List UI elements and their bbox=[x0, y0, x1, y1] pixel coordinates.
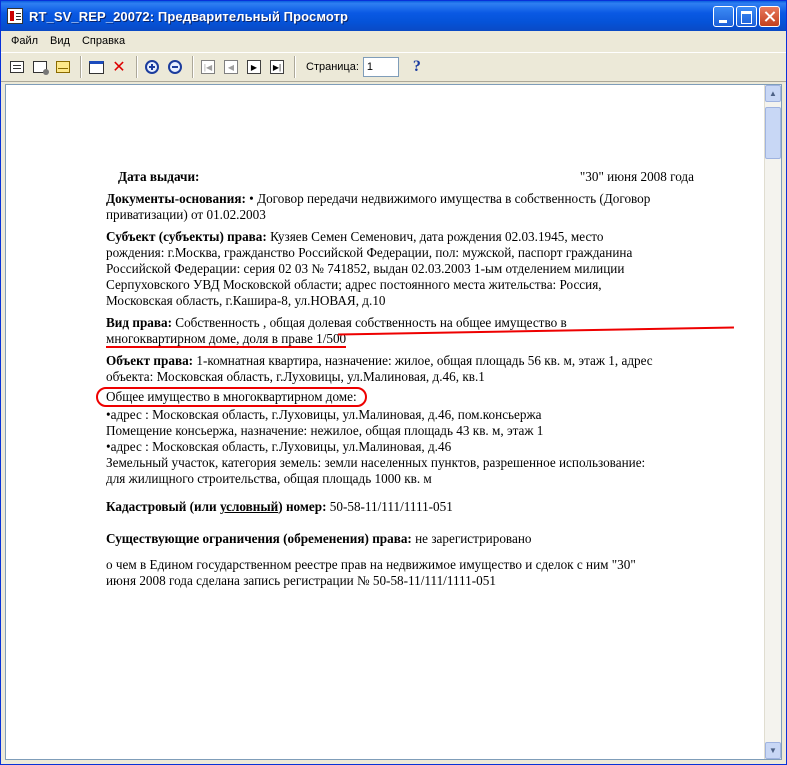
toolbar: ✕ |◀ ◀ ▶ ▶| Страница: ? bbox=[1, 52, 786, 82]
first-page-icon: |◀ bbox=[201, 60, 215, 74]
subject-line-4: Серпуховского УВД Московской области; ад… bbox=[106, 277, 602, 292]
scroll-thumb[interactable] bbox=[765, 107, 781, 159]
close-preview-button[interactable]: ✕ bbox=[109, 57, 129, 77]
zoom-out-button[interactable] bbox=[165, 57, 185, 77]
restrictions-label: Существующие ограничения (обременения) п… bbox=[106, 531, 412, 546]
subject-section: Субъект (субъекты) права: Кузяев Семен С… bbox=[106, 229, 730, 309]
common-line-4: Земельный участок, категория земель: зем… bbox=[106, 455, 646, 470]
title-bar[interactable]: RT_SV_REP_20072: Предварительный Просмот… bbox=[1, 1, 786, 31]
restrictions-section: Существующие ограничения (обременения) п… bbox=[106, 531, 730, 547]
issue-date-label: Дата выдачи: bbox=[118, 169, 200, 184]
preview-window: RT_SV_REP_20072: Предварительный Просмот… bbox=[0, 0, 787, 765]
registration-line-2: июня 2008 года сделана запись регистраци… bbox=[106, 573, 496, 588]
object-label: Объект права: bbox=[106, 353, 194, 368]
last-page-icon: ▶| bbox=[270, 60, 284, 74]
basis-documents: Документы-основания: • Договор передачи … bbox=[106, 191, 730, 223]
right-type-share-cont: многоквартирном доме, доля в праве 1/500 bbox=[106, 331, 347, 348]
subject-label: Субъект (субъекты) права: bbox=[106, 229, 267, 244]
scroll-down-button[interactable]: ▼ bbox=[765, 742, 781, 759]
close-x-icon: ✕ bbox=[112, 59, 126, 76]
cadastral-value: 50-58-11/111/1111-051 bbox=[326, 499, 453, 514]
common-property-label: Общее имущество в многоквартирном доме: bbox=[96, 387, 367, 407]
page-label: Страница: bbox=[306, 61, 359, 73]
menu-help[interactable]: Справка bbox=[76, 33, 131, 49]
registration-note: о чем в Едином государственном реестре п… bbox=[106, 557, 730, 589]
report-page: Дата выдачи: "30" июня 2008 года Докумен… bbox=[96, 169, 734, 595]
common-property-section: Общее имущество в многоквартирном доме: … bbox=[96, 387, 730, 487]
menu-view[interactable]: Вид bbox=[44, 33, 76, 49]
right-type-text: Собственность , bbox=[172, 315, 270, 330]
vertical-scrollbar[interactable]: ▲ ▼ bbox=[764, 85, 781, 759]
next-page-button[interactable]: ▶ bbox=[244, 57, 264, 77]
right-type-share: общая долевая собственность на общее иму… bbox=[269, 315, 567, 330]
common-line-2: Помещение консьержа, назначение: нежилое… bbox=[106, 423, 544, 438]
subject-line-3: Российской Федерации: серия 02 03 № 7418… bbox=[106, 261, 625, 276]
issue-date-row: Дата выдачи: "30" июня 2008 года bbox=[118, 169, 730, 185]
issue-date-value: "30" июня 2008 года bbox=[579, 169, 694, 184]
page-number-input[interactable] bbox=[362, 57, 399, 77]
right-type-label: Вид права: bbox=[106, 315, 172, 330]
menu-file[interactable]: Файл bbox=[5, 33, 44, 49]
scroll-up-button[interactable]: ▲ bbox=[765, 85, 781, 102]
subject-line-2: рождения: г.Москва, гражданство Российск… bbox=[106, 245, 633, 260]
object-text-cont: объекта: Московская область, г.Луховицы,… bbox=[106, 369, 485, 384]
print-button[interactable] bbox=[7, 57, 27, 77]
close-button[interactable] bbox=[759, 6, 780, 27]
subject-line-5: Московская область, г.Кашира-8, ул.НОВАЯ… bbox=[106, 293, 386, 308]
print-setup-button[interactable] bbox=[30, 57, 50, 77]
prev-page-button[interactable]: ◀ bbox=[221, 57, 241, 77]
menu-bar: Файл Вид Справка bbox=[1, 31, 786, 51]
zoom-in-icon bbox=[145, 60, 159, 74]
cadastral-section: Кадастровый (или условный) номер: 50-58-… bbox=[106, 499, 730, 515]
prev-page-icon: ◀ bbox=[224, 60, 238, 74]
toolbar-separator bbox=[80, 56, 82, 78]
restrictions-value: не зарегистрировано bbox=[411, 531, 532, 546]
report-icon bbox=[7, 8, 23, 24]
common-line-1: •адрес : Московская область, г.Луховицы,… bbox=[106, 407, 542, 422]
minimize-button[interactable] bbox=[713, 6, 734, 27]
basis-label: Документы-основания: bbox=[106, 191, 246, 206]
registration-line-1: о чем в Едином государственном реестре п… bbox=[106, 557, 636, 572]
zoom-in-button[interactable] bbox=[142, 57, 162, 77]
object-section: Объект права: 1-комнатная квартира, назн… bbox=[106, 353, 730, 385]
send-mail-button[interactable] bbox=[53, 57, 73, 77]
common-line-3: •адрес : Московская область, г.Луховицы,… bbox=[106, 439, 452, 454]
last-page-button[interactable]: ▶| bbox=[267, 57, 287, 77]
help-icon[interactable]: ? bbox=[413, 58, 421, 76]
toolbar-separator bbox=[192, 56, 194, 78]
preview-area: ▲ ▼ Дата выдачи: "30" июня 2008 года Док… bbox=[5, 84, 782, 760]
window-title: RT_SV_REP_20072: Предварительный Просмот… bbox=[29, 8, 349, 24]
window-controls bbox=[713, 6, 780, 27]
zoom-out-icon bbox=[168, 60, 182, 74]
common-line-5: для жилищного строительства, общая площа… bbox=[106, 471, 432, 486]
cadastral-label: Кадастровый (или условный) номер: bbox=[106, 499, 327, 514]
print-setup-icon bbox=[33, 61, 49, 75]
right-type-section: Вид права: Собственность , общая долевая… bbox=[106, 315, 734, 348]
toolbar-separator bbox=[294, 56, 296, 78]
toolbar-separator bbox=[136, 56, 138, 78]
next-page-icon: ▶ bbox=[247, 60, 261, 74]
basis-text-cont: приватизации) от 01.02.2003 bbox=[106, 207, 266, 222]
maximize-button[interactable] bbox=[736, 6, 757, 27]
first-page-button[interactable]: |◀ bbox=[198, 57, 218, 77]
subject-text: Кузяев Семен Семенович, дата рождения 02… bbox=[266, 229, 604, 244]
object-text: 1-комнатная квартира, назначение: жилое,… bbox=[193, 353, 653, 368]
basis-text: • Договор передачи недвижимого имущества… bbox=[245, 191, 651, 206]
window-icon bbox=[88, 60, 104, 74]
mail-icon bbox=[56, 61, 70, 73]
window-button[interactable] bbox=[86, 57, 106, 77]
printer-icon bbox=[10, 61, 24, 73]
